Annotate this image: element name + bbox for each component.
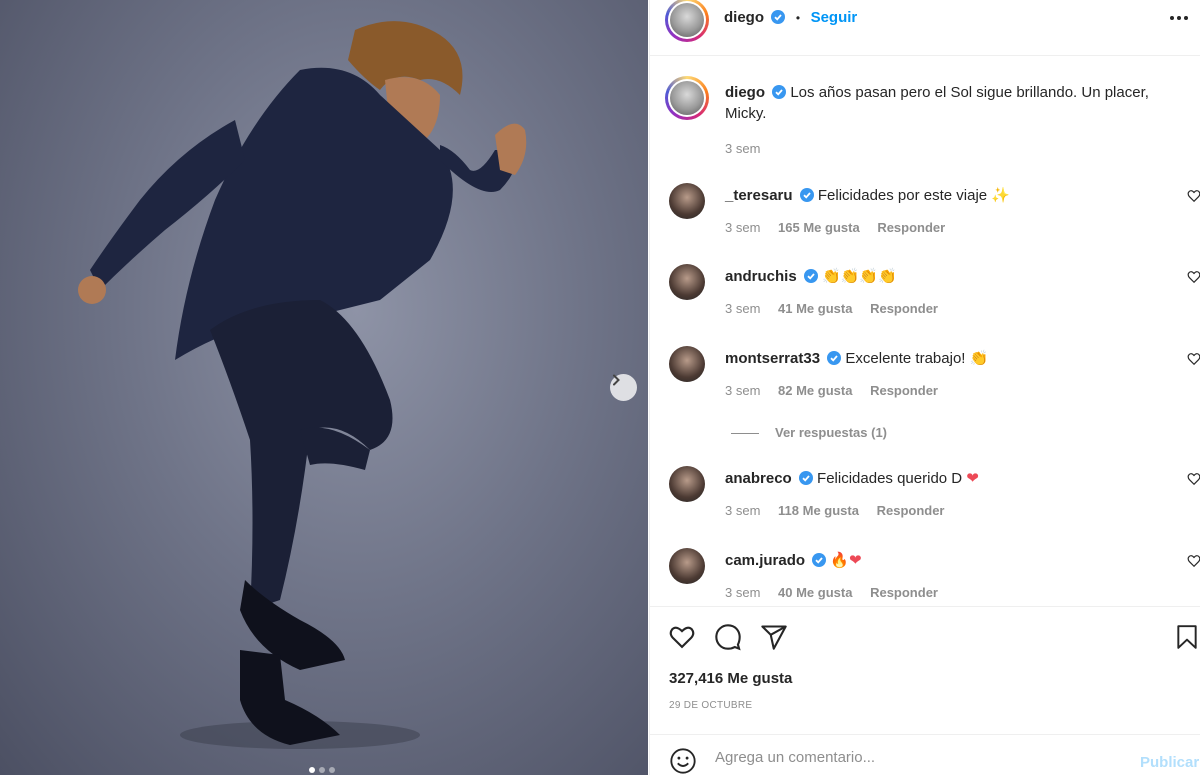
carousel-dots	[309, 767, 335, 773]
caption-body: Los años pasan pero el Sol sigue brillan…	[725, 84, 1149, 122]
comment-item: _teresaru Felicidades por este viaje ✨ 3…	[650, 183, 1200, 263]
comment-timestamp: 3 sem	[725, 220, 761, 235]
commenter-avatar[interactable]	[669, 264, 705, 300]
commenter-username[interactable]: montserrat33	[725, 350, 820, 367]
comment-item: cam.jurado 🔥❤ 3 sem 40 Me gusta Responde…	[650, 548, 1200, 606]
comment-text: Felicidades por este viaje	[817, 187, 988, 204]
view-replies-button[interactable]: Ver respuestas (1)	[731, 425, 887, 440]
post-header: diego • Seguir	[650, 0, 1200, 56]
author-username[interactable]: diego	[724, 9, 764, 26]
caption-author-avatar[interactable]	[665, 76, 709, 120]
reply-button[interactable]: Responder	[870, 383, 938, 398]
publish-button[interactable]: Publicar	[1140, 754, 1199, 771]
commenter-avatar[interactable]	[669, 346, 705, 382]
commenter-username[interactable]: anabreco	[725, 470, 792, 487]
comment-text: Felicidades querido D	[817, 470, 963, 487]
replies-divider	[731, 433, 759, 435]
verified-badge-icon	[772, 85, 787, 99]
post-date[interactable]: 29 DE OCTUBRE	[669, 700, 752, 711]
heart-icon[interactable]	[1187, 472, 1200, 486]
comment-item: montserrat33 Excelente trabajo! 👏 3 sem …	[650, 346, 1200, 426]
commenter-username[interactable]: cam.jurado	[725, 552, 805, 569]
comment-emoji: 🔥❤	[830, 551, 862, 569]
add-comment-bar: Publicar	[650, 734, 1200, 776]
author-avatar[interactable]	[665, 0, 709, 42]
separator-dot: •	[795, 11, 801, 25]
heart-icon[interactable]	[1187, 189, 1200, 203]
dancing-man-figure	[78, 21, 527, 749]
verified-badge-icon	[771, 10, 786, 24]
follow-button[interactable]: Seguir	[811, 9, 858, 26]
comment-likes[interactable]: 118 Me gusta	[778, 503, 859, 518]
like-heart-icon[interactable]	[668, 623, 696, 651]
commenter-avatar[interactable]	[669, 548, 705, 584]
comment-item: anabreco Felicidades querido D ❤ 3 sem 1…	[650, 466, 1200, 546]
likes-count[interactable]: 327,416 Me gusta	[669, 670, 792, 687]
comment-bubble-icon[interactable]	[714, 623, 742, 651]
view-replies-label: Ver respuestas (1)	[775, 425, 888, 440]
save-bookmark-icon[interactable]	[1174, 623, 1200, 651]
carousel-dot-active	[309, 767, 315, 773]
carousel-dot	[329, 767, 335, 773]
post-side-panel: diego • Seguir diego Los años pasan pero…	[649, 0, 1200, 775]
heart-icon[interactable]	[1187, 352, 1200, 366]
reply-button[interactable]: Responder	[870, 585, 938, 600]
comment-text: Excelente trabajo!	[845, 350, 966, 367]
comment-item: andruchis 👏👏👏👏 3 sem 41 Me gusta Respond…	[650, 264, 1200, 344]
comment-timestamp: 3 sem	[725, 383, 761, 398]
reply-button[interactable]: Responder	[877, 220, 945, 235]
post-photo[interactable]	[0, 0, 648, 775]
carousel-dot	[319, 767, 325, 773]
comment-emoji: ✨	[991, 186, 1011, 204]
share-paper-plane-icon[interactable]	[760, 623, 788, 651]
verified-badge-icon	[812, 553, 827, 567]
comment-timestamp: 3 sem	[725, 301, 761, 316]
commenter-username[interactable]: _teresaru	[725, 187, 793, 204]
next-slide-button[interactable]	[610, 374, 637, 401]
comment-likes[interactable]: 165 Me gusta	[778, 220, 860, 235]
comment-emoji: ❤	[966, 469, 979, 487]
verified-badge-icon	[799, 188, 814, 202]
commenter-avatar[interactable]	[669, 466, 705, 502]
comment-timestamp: 3 sem	[725, 585, 761, 600]
verified-badge-icon	[798, 471, 813, 485]
reply-button[interactable]: Responder	[870, 301, 938, 316]
caption-timestamp: 3 sem	[725, 141, 761, 156]
comment-timestamp: 3 sem	[725, 503, 761, 518]
more-options-button[interactable]	[1169, 8, 1189, 26]
more-options-icon	[1170, 16, 1188, 20]
commenter-avatar[interactable]	[669, 183, 705, 219]
reply-button[interactable]: Responder	[877, 503, 945, 518]
comment-emoji: 👏👏👏👏	[822, 267, 897, 285]
chevron-right-icon	[613, 374, 620, 386]
comment-likes[interactable]: 82 Me gusta	[778, 383, 852, 398]
heart-icon[interactable]	[1187, 270, 1200, 284]
caption-text-block: diego Los años pasan pero el Sol sigue b…	[725, 82, 1185, 124]
verified-badge-icon	[827, 351, 842, 365]
post-actions-bar	[650, 606, 1200, 667]
verified-badge-icon	[803, 269, 818, 283]
comment-emoji: 👏	[969, 349, 989, 367]
commenter-username[interactable]: andruchis	[725, 268, 797, 285]
heart-icon[interactable]	[1187, 554, 1200, 568]
comment-input[interactable]	[713, 745, 1117, 769]
comment-likes[interactable]: 40 Me gusta	[778, 585, 852, 600]
caption-username[interactable]: diego	[725, 84, 765, 101]
comment-likes[interactable]: 41 Me gusta	[778, 301, 852, 316]
emoji-smiley-icon[interactable]	[669, 747, 697, 775]
